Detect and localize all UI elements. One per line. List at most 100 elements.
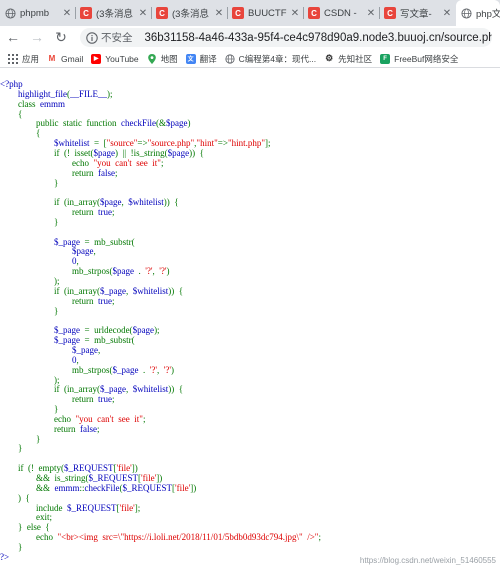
code-token: mb_strpos( [0,364,113,375]
code-token: $page [93,147,116,158]
tab-5[interactable]: C 写文章- ✕ [380,0,456,26]
bookmark-translate[interactable]: 文 翻译 [185,53,217,65]
code-token: => [137,138,148,149]
code-token: return [0,207,98,218]
code-token: emmm [54,482,80,493]
code-line: } [0,443,22,453]
bookmark-label: FreeBuf网络安全 [394,53,459,64]
code-token: ) [166,266,170,277]
code-token: '?' [159,266,167,277]
bookmark-label: 地图 [160,53,178,64]
code-token: $whitelist [0,138,94,149]
bookmark-maps[interactable]: 地图 [147,53,178,65]
code-line: $_page = mb_substr( [0,237,135,247]
tab-6-active[interactable]: php文 [456,0,500,26]
tab-0[interactable]: phpmb ✕ [0,0,76,26]
close-icon[interactable]: ✕ [441,8,453,19]
csdn-icon: C [156,7,168,19]
tab-4[interactable]: C CSDN - ✕ [304,0,380,26]
code-line: ) { [0,493,30,503]
code-line: } [0,404,58,414]
code-token: , [93,246,96,257]
code-token: ; [318,532,321,543]
translate-icon: 文 [185,53,196,64]
code-token: false [98,167,115,178]
code-token: , [98,344,101,355]
code-token: ); [107,88,113,99]
apps-grid-icon [8,53,18,64]
tab-2[interactable]: C (3条消息 ✕ [152,0,228,26]
code-line: } [0,178,58,188]
code-token: . [143,364,150,375]
tab-title: phpmb [20,7,50,19]
code-token: $page [99,197,122,208]
code-token: $_page [99,384,126,395]
code-token: , [157,364,164,375]
bookmark-youtube[interactable]: ▶ YouTube [91,53,139,64]
bookmark-c-programming[interactable]: C编程第4章：现代... [225,53,316,65]
code-line: if (! isset($page) || !is_string($page))… [0,148,204,158]
code-token: mb_strpos( [0,266,113,277]
code-token: $_REQUEST [122,482,173,493]
code-token: "hint.php" [227,138,266,149]
code-line: if (in_array($_page, $whitelist)) { [0,286,183,296]
tab-1[interactable]: C (3条消息 ✕ [76,0,152,26]
forward-icon[interactable]: → [28,28,46,46]
bookmark-label: C编程第4章：现代... [238,53,317,64]
code-token: && is_string( [0,473,89,483]
code-line: class emmm [0,99,65,109]
bookmark-label: 翻译 [199,53,217,64]
code-line: } [0,542,22,552]
code-token: ); [0,276,60,286]
csdn-icon: C [384,7,396,19]
code-token: false [80,423,97,434]
code-token: ?> [0,551,10,562]
bookmark-freebuf[interactable]: F FreeBuf网络安全 [380,53,458,65]
address-bar[interactable]: 不安全 36b31158-4a46-433a-95f4-ce4c978d90a9… [80,28,492,47]
code-line: } else { [0,522,50,532]
maps-icon [147,53,157,64]
code-token: } [0,216,59,227]
code-token: $_REQUEST [88,473,139,483]
code-token: $whitelist [132,384,169,395]
code-token: , [76,256,79,267]
code-line: $_page, [0,345,100,355]
code-token: checkFile [84,482,120,493]
code-token: ) [187,118,191,129]
bookmark-gmail[interactable]: M Gmail [47,54,84,64]
code-line: echo "you can't see it"; [0,414,145,424]
code-token: $_page [0,325,85,336]
globe-icon [225,53,235,64]
close-icon[interactable]: ✕ [365,8,377,19]
code-token: true [98,295,112,306]
close-icon[interactable]: ✕ [61,8,73,19]
youtube-icon: ▶ [91,53,102,64]
code-token: )) { [168,384,184,395]
code-token: "<br><img src=\"https://i.loli.net/2018/… [57,532,319,543]
code-line: <?php [0,79,23,89]
code-token: __FILE__ [70,88,107,99]
close-icon[interactable]: ✕ [213,8,225,19]
code-token: '?' [163,364,171,375]
code-token: $_page [0,335,85,346]
code-token: ); [0,374,60,385]
code-line: ); [0,375,60,385]
code-token: { [0,128,41,139]
close-icon[interactable]: ✕ [289,8,301,19]
back-icon[interactable]: ← [4,28,22,46]
reload-icon[interactable]: ↻ [52,28,70,46]
close-icon[interactable]: ✕ [137,8,149,19]
info-icon[interactable] [86,31,98,45]
code-token: "source" [106,138,138,149]
tab-3[interactable]: C BUUCTF ✕ [228,0,304,26]
code-line: && is_string($_REQUEST['file']) [0,473,162,483]
code-token: $whitelist [132,285,169,296]
code-line: highlight_file(__FILE__); [0,89,113,99]
bookmark-apps[interactable]: 应用 [8,53,39,65]
code-token: = mb_substr( [84,335,135,346]
code-token: highlight_file [0,88,67,99]
code-token: , [125,285,133,296]
bookmark-label: YouTube [105,53,139,64]
code-token: $page [132,325,155,336]
bookmark-xianzhi[interactable]: ⚙ 先知社区 [324,53,372,65]
